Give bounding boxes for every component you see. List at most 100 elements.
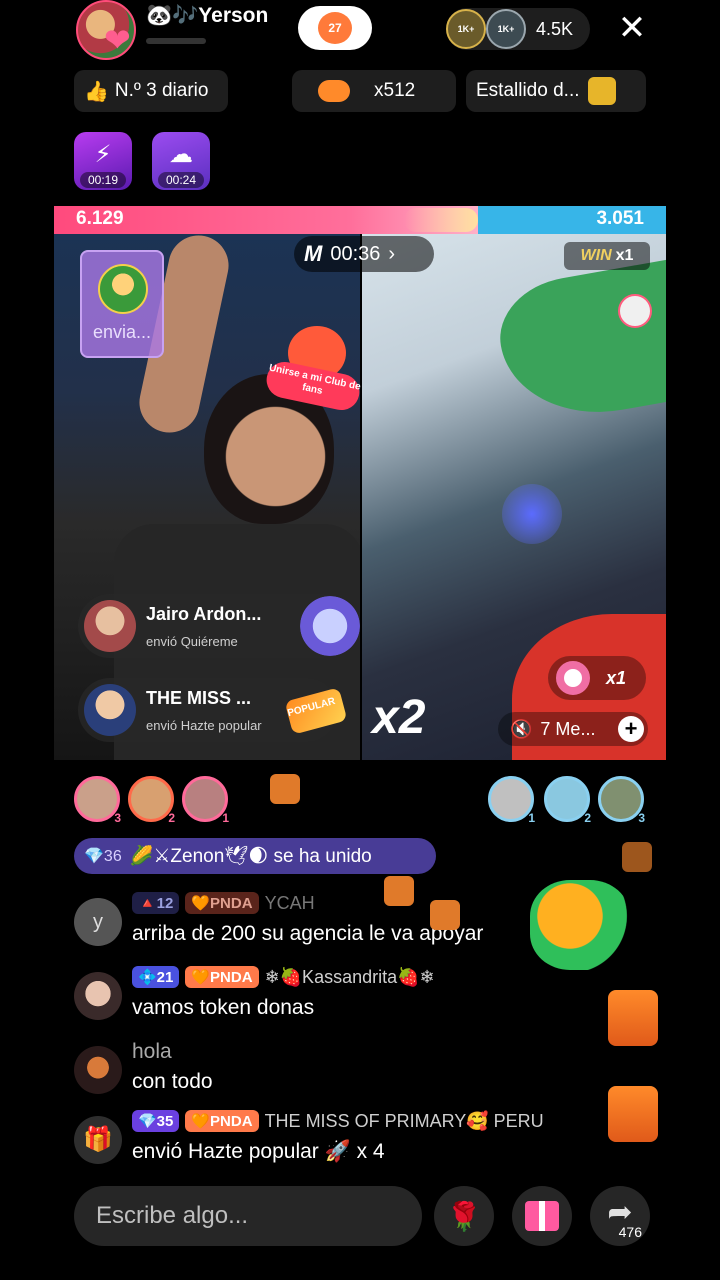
daily-rank-label: N.º 3 diario [114, 80, 209, 101]
donut-multiplier-badge: x1 [548, 656, 646, 700]
top-viewer-avatar[interactable]: 1K+ [486, 9, 526, 49]
burst-pill[interactable]: Estallido d... [466, 70, 646, 112]
chat-avatar[interactable] [74, 1046, 122, 1094]
chat-meta: 🔺12 🧡PNDA YCAH [132, 892, 315, 914]
ranker-position: 1 [528, 811, 535, 825]
multiplier-pill[interactable]: x512 [292, 70, 456, 112]
chat-avatar[interactable] [74, 972, 122, 1020]
likes-count: 27 [328, 21, 342, 35]
chat-meta: 💠21 🧡PNDA ❄🍓Kassandrita🍓❄ [132, 966, 435, 988]
heart-icon: ❤ [104, 22, 131, 58]
chat-avatar[interactable]: y [74, 898, 122, 946]
fanclub-button[interactable]: Unirse a mi Club de fans [263, 306, 363, 416]
left-ranker-avatar[interactable]: 2 [128, 776, 175, 825]
lightning-icon: ⚡ [94, 141, 112, 168]
score-right: 3.051 [596, 208, 644, 229]
chat-username: ❄🍓Kassandrita🍓❄ [264, 966, 435, 987]
invite-avatar [98, 264, 148, 314]
likes-button[interactable]: 27 [298, 6, 372, 50]
fanclub-label: Unirse a mi Club de fans [263, 358, 363, 414]
top-viewer-avatar[interactable]: 1K+ [446, 9, 486, 49]
right-ranker-avatar[interactable]: 2 [544, 776, 591, 825]
live-header: ❤ 🐼🎶Yerson 27 1K+ 1K+ 4.5K ✕ 👍 N.º 3 dia… [0, 0, 720, 200]
thumb-icon: 👍 [84, 80, 109, 103]
rose-icon: 🌹 [446, 1200, 482, 1232]
speaker-muted-icon[interactable]: 🔇 [510, 719, 532, 740]
gift-art-icon [300, 596, 360, 656]
user-level-badge: 🔺12 [132, 892, 180, 914]
ranker-position: 1 [222, 811, 229, 825]
gift-sender-avatar [84, 684, 136, 736]
chat-username: YCAH [264, 892, 315, 913]
video-scene-green [491, 259, 666, 429]
chat-username: THE MISS OF PRIMARY🥰 PERU [264, 1110, 544, 1131]
gift-box-icon [525, 1201, 559, 1231]
ranker-position: 3 [114, 811, 121, 825]
floating-like-icon [430, 900, 460, 930]
cloud-icon: ☁ [169, 141, 193, 168]
rose-gift-button[interactable]: 🌹 [434, 1186, 494, 1246]
user-level-badge: 💎35 [132, 1110, 180, 1132]
score-spark [404, 208, 479, 232]
gift-button[interactable] [512, 1186, 572, 1246]
daily-rank-pill[interactable]: 👍 N.º 3 diario [74, 70, 228, 112]
boost-timer-badge[interactable]: ☁ 00:24 [152, 132, 210, 190]
win-label: WIN [580, 247, 612, 264]
host-progress-bar [146, 38, 206, 44]
battle-area: 6.129 3.051 M 00:36 › WIN x1 envia... Un… [54, 206, 666, 760]
battle-multiplier: x2 [372, 691, 426, 744]
floating-like-icon [384, 876, 414, 906]
viewer-badge: 1K+ [457, 24, 475, 34]
invite-label: envia... [92, 322, 152, 342]
viewers-pill[interactable]: 1K+ 1K+ 4.5K [446, 8, 590, 50]
left-ranker-avatar[interactable]: 1 [182, 776, 229, 825]
joined-text: 🌽⚔Zenon🕊🌒 se ha unido [129, 846, 372, 867]
win-multiplier: x1 [615, 247, 634, 264]
left-ranker-avatar[interactable]: 3 [74, 776, 121, 825]
viewer-count: 4.5K [536, 19, 574, 39]
share-button[interactable]: ➦ 476 [590, 1186, 650, 1246]
user-level-badge: 💠21 [132, 966, 180, 988]
share-count: 476 [618, 1224, 642, 1240]
floating-like-icon [622, 842, 652, 872]
fanclub-badge: 🧡PNDA [185, 1110, 259, 1132]
boost-timer-time: 00:24 [158, 172, 204, 188]
chat-username: hola [132, 1040, 172, 1063]
chat-input[interactable]: Escribe algo... [74, 1186, 422, 1246]
battle-score-bar: 6.129 3.051 [54, 206, 666, 234]
ranker-position: 2 [584, 811, 591, 825]
video-scene-light [502, 484, 562, 544]
likes-heart-icon: 27 [318, 12, 352, 44]
right-ranker-avatar[interactable]: 1 [488, 776, 535, 825]
ranker-position: 2 [168, 811, 175, 825]
win-streak-badge: WIN x1 [564, 242, 650, 270]
host-name[interactable]: 🐼🎶Yerson [146, 4, 268, 28]
right-ranker-avatar[interactable]: 3 [598, 776, 645, 825]
viewer-badge: 1K+ [497, 24, 515, 34]
boost-timer-badge[interactable]: ⚡ 00:19 [74, 132, 132, 190]
battle-timer-time: 00:36 [330, 242, 381, 265]
battle-timer[interactable]: M 00:36 › [294, 236, 434, 272]
score-left: 6.129 [76, 208, 124, 229]
gift-description: envió Hazte popular [146, 718, 262, 733]
gift-description: envió Quiéreme [146, 634, 238, 649]
trophy-icon [587, 77, 616, 105]
follow-add-icon[interactable]: + [618, 716, 644, 742]
chat-text: envió Hazte popular 🚀 x 4 [132, 1140, 385, 1163]
floating-like-burst-icon [530, 880, 630, 970]
fanclub-badge: 🧡PNDA [185, 966, 259, 988]
battle-logo-icon: M [304, 241, 323, 266]
chevron-right-icon: › [388, 242, 396, 265]
close-icon[interactable]: ✕ [614, 10, 650, 46]
gift-notification: Jairo Ardon... envió Quiéreme [78, 594, 360, 658]
donut-icon [556, 661, 590, 695]
gift-sender-avatar [84, 600, 136, 652]
opponent-avatar-icon[interactable] [618, 294, 652, 328]
chat-text: vamos token donas [132, 996, 315, 1019]
invite-card[interactable]: envia... [80, 250, 164, 358]
user-joined-banner: 💎36 🌽⚔Zenon🕊🌒 se ha unido [74, 838, 436, 874]
user-level-badge: 💎36 [84, 848, 122, 865]
boost-timer-time: 00:19 [80, 172, 126, 188]
donut-multiplier: x1 [606, 667, 627, 688]
opponent-audio-bar[interactable]: 🔇 7 Me... + [498, 712, 648, 746]
